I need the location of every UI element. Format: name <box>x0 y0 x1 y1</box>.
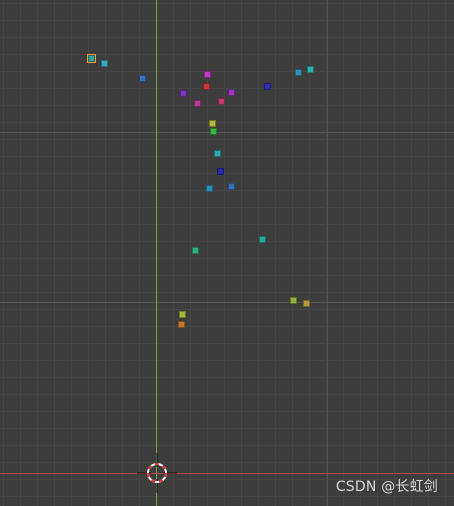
scene-object-cube-24[interactable] <box>178 321 185 328</box>
scene-object-cube-19[interactable] <box>259 236 266 243</box>
grid-major-line <box>0 132 454 133</box>
watermark-text: CSDN @长虹剑 <box>335 479 438 495</box>
scene-object-cube-21[interactable] <box>290 297 297 304</box>
scene-object-cube-5[interactable] <box>203 83 210 90</box>
scene-object-cube-20[interactable] <box>192 247 199 254</box>
scene-object-cube-12[interactable] <box>307 66 314 73</box>
scene-object-cube-7[interactable] <box>194 100 201 107</box>
3d-viewport[interactable]: CSDN @长虹剑 <box>0 0 454 506</box>
scene-object-cube-16[interactable] <box>217 168 224 175</box>
scene-object-cube-13[interactable] <box>209 120 216 127</box>
scene-object-cube-10[interactable] <box>264 83 271 90</box>
scene-object-cube-4[interactable] <box>204 71 211 78</box>
scene-object-cube-6[interactable] <box>180 90 187 97</box>
scene-object-cube-3[interactable] <box>139 75 146 82</box>
scene-object-cube-15[interactable] <box>214 150 221 157</box>
grid-major-line <box>0 302 454 303</box>
scene-object-cube-2[interactable] <box>101 60 108 67</box>
scene-object-cube-23[interactable] <box>179 311 186 318</box>
scene-object-cube-14[interactable] <box>210 128 217 135</box>
3d-cursor-icon[interactable] <box>137 453 177 493</box>
x-axis-line <box>0 473 454 474</box>
scene-object-cube-9[interactable] <box>218 98 225 105</box>
scene-object-cube-11[interactable] <box>295 69 302 76</box>
y-axis-line <box>156 0 157 506</box>
scene-object-cube-17[interactable] <box>228 183 235 190</box>
scene-object-cube-18[interactable] <box>206 185 213 192</box>
scene-object-cube-22[interactable] <box>303 300 310 307</box>
grid-major-line <box>327 0 328 506</box>
scene-object-cube-8[interactable] <box>228 89 235 96</box>
scene-object-cube-1[interactable] <box>88 55 95 62</box>
